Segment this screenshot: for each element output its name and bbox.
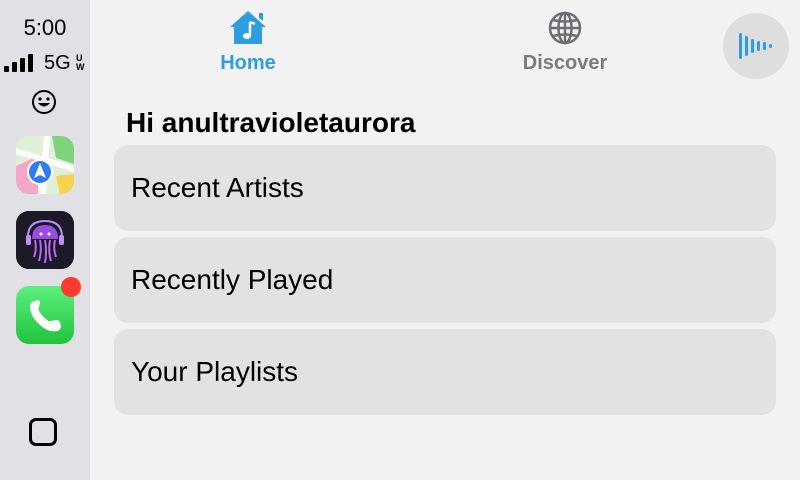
signal-bars-icon	[4, 52, 40, 72]
maps-app-icon[interactable]	[16, 136, 74, 194]
greeting-title: Hi anultravioletaurora	[126, 107, 416, 138]
tab-home[interactable]: Home	[178, 8, 318, 78]
network-suffix: U W	[76, 54, 85, 72]
notification-badge	[61, 277, 81, 297]
tab-home-label: Home	[220, 52, 276, 74]
phone-app-icon[interactable]	[16, 277, 81, 344]
carplay-screen: 5:00 5G U W Home Discover Hi anultraviol…	[0, 0, 800, 480]
list-item-recently-played[interactable]: Recently Played	[114, 237, 776, 323]
list-item-your-playlists[interactable]: Your Playlists	[114, 329, 776, 415]
smiley-icon[interactable]	[31, 89, 57, 115]
dashboard-square-icon[interactable]	[29, 418, 57, 446]
home-music-icon	[230, 11, 266, 44]
jellyfish-music-app-icon[interactable]	[16, 211, 74, 269]
cellular-status: 5G U W	[4, 52, 88, 74]
sidebar: 5:00 5G U W	[0, 0, 90, 480]
globe-icon	[548, 11, 582, 45]
voice-button[interactable]	[723, 13, 789, 79]
waveform-icon	[739, 33, 772, 59]
tab-discover[interactable]: Discover	[495, 8, 635, 78]
clock: 5:00	[23, 15, 67, 40]
network-suffix-w: W	[76, 62, 85, 72]
tab-discover-label: Discover	[522, 52, 608, 74]
list-item-recent-artists[interactable]: Recent Artists	[114, 145, 776, 231]
network-type: 5G	[44, 52, 71, 74]
